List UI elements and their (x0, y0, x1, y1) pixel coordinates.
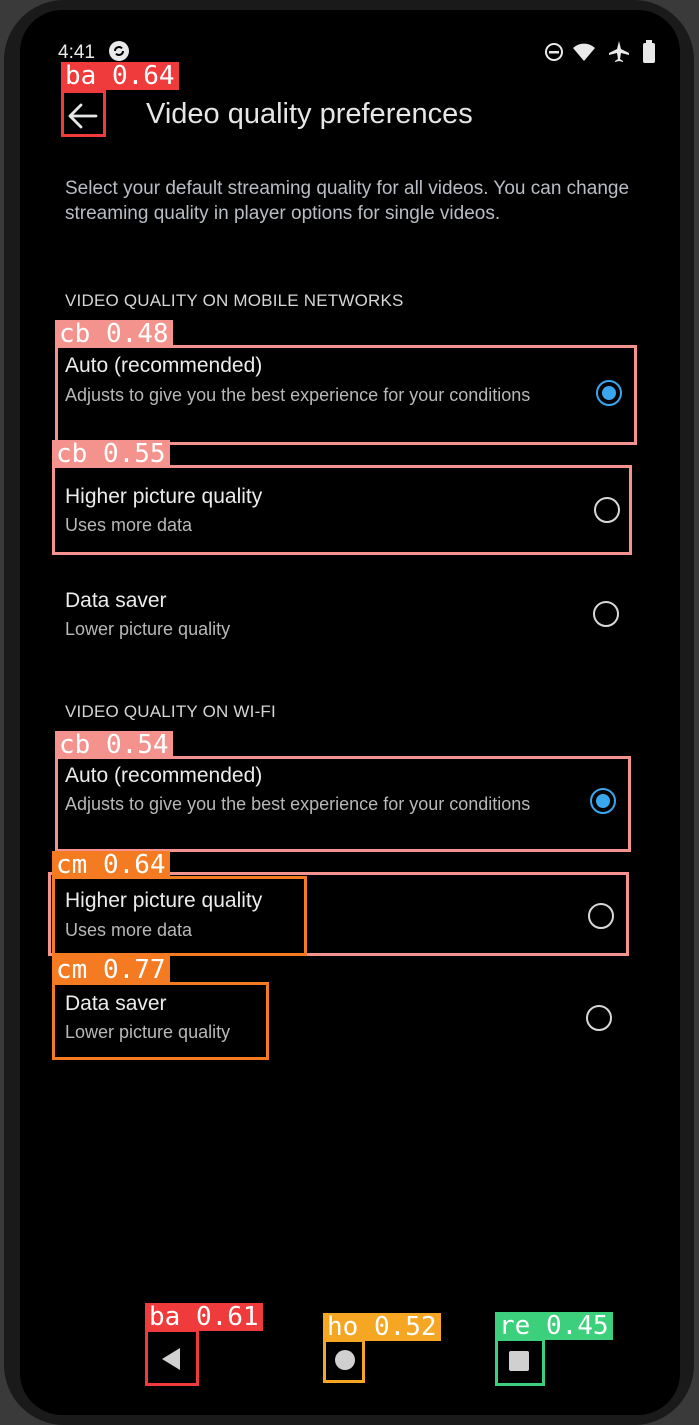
annotation-label: re 0.45 (495, 1312, 613, 1340)
annotation-box (52, 982, 269, 1060)
option-subtitle: Lower picture quality (65, 619, 231, 639)
annotation-label: ba 0.64 (61, 62, 179, 90)
option-title: Data saver (65, 589, 167, 612)
annotation-box (55, 756, 631, 852)
annotation-box (145, 1329, 199, 1386)
annotation-label: cb 0.55 (52, 440, 170, 465)
annotation-box (61, 90, 106, 137)
sync-icon (109, 41, 129, 61)
annotation-label: cb 0.48 (55, 320, 173, 348)
description: Select your default streaming quality fo… (65, 178, 630, 224)
wifi-icon (573, 43, 595, 61)
annotation-label: ba 0.61 (145, 1303, 263, 1331)
annotation-box (55, 345, 637, 445)
mobile-option-data-saver[interactable]: Data saver Lower picture quality (55, 575, 630, 655)
annotation-label: cm 0.77 (52, 956, 170, 984)
annotation-box (323, 1339, 365, 1383)
radio-unselected[interactable] (586, 1005, 612, 1031)
airplane-icon (609, 41, 629, 62)
annotation-label: cb 0.54 (55, 731, 173, 759)
annotation-label: ho 0.52 (323, 1313, 441, 1341)
radio-unselected[interactable] (593, 601, 619, 627)
do-not-disturb-icon (545, 43, 563, 61)
page-title: Video quality preferences (146, 98, 473, 130)
annotation-box (52, 876, 307, 956)
annotation-box (52, 465, 632, 555)
annotation-box (495, 1338, 545, 1386)
annotation-label: cm 0.64 (52, 851, 170, 879)
battery-icon (643, 40, 655, 63)
wifi-section-heading: VIDEO QUALITY ON WI-FI (65, 702, 276, 721)
mobile-section-heading: VIDEO QUALITY ON MOBILE NETWORKS (65, 291, 404, 310)
